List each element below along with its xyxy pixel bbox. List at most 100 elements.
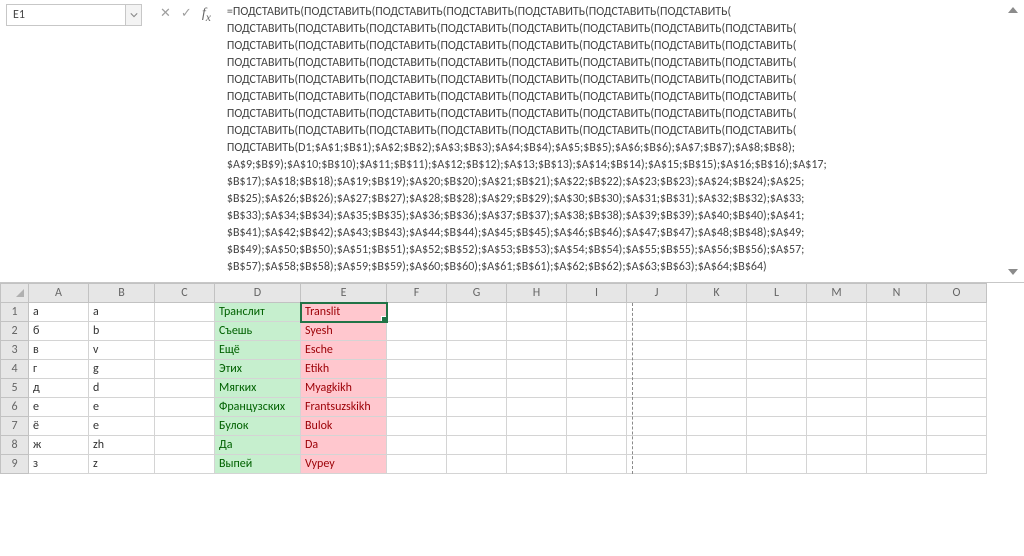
cell-F7[interactable] <box>387 417 447 436</box>
cell-D7[interactable]: Булок <box>215 417 301 436</box>
col-header-H[interactable]: H <box>507 284 567 303</box>
cell-M7[interactable] <box>807 417 867 436</box>
col-header-G[interactable]: G <box>447 284 507 303</box>
cell-O2[interactable] <box>927 322 987 341</box>
cell-F1[interactable] <box>387 303 447 322</box>
cell-D8[interactable]: Да <box>215 436 301 455</box>
col-header-C[interactable]: C <box>155 284 215 303</box>
cell-B6[interactable]: e <box>89 398 155 417</box>
cell-N6[interactable] <box>867 398 927 417</box>
cell-J7[interactable] <box>627 417 687 436</box>
cell-E1[interactable]: Translit <box>301 303 387 322</box>
cell-F2[interactable] <box>387 322 447 341</box>
formula-bar-expand-down[interactable] <box>1005 266 1021 278</box>
cell-H5[interactable] <box>507 379 567 398</box>
cell-H4[interactable] <box>507 360 567 379</box>
cell-L7[interactable] <box>747 417 807 436</box>
cell-B2[interactable]: b <box>89 322 155 341</box>
name-box-dropdown[interactable] <box>126 4 142 26</box>
cell-K4[interactable] <box>687 360 747 379</box>
cell-H2[interactable] <box>507 322 567 341</box>
cell-N5[interactable] <box>867 379 927 398</box>
cell-A8[interactable]: ж <box>29 436 89 455</box>
cell-A5[interactable]: д <box>29 379 89 398</box>
cell-M6[interactable] <box>807 398 867 417</box>
row-header-3[interactable]: 3 <box>1 341 29 360</box>
cell-I9[interactable] <box>567 455 627 474</box>
cancel-icon[interactable]: ✕ <box>160 6 171 21</box>
cell-C6[interactable] <box>155 398 215 417</box>
cell-A2[interactable]: б <box>29 322 89 341</box>
cell-A4[interactable]: г <box>29 360 89 379</box>
cell-J3[interactable] <box>627 341 687 360</box>
cell-F6[interactable] <box>387 398 447 417</box>
formula-bar-collapse-up[interactable] <box>1005 4 1021 16</box>
cell-M8[interactable] <box>807 436 867 455</box>
cell-I2[interactable] <box>567 322 627 341</box>
cell-J5[interactable] <box>627 379 687 398</box>
cell-K3[interactable] <box>687 341 747 360</box>
col-header-I[interactable]: I <box>567 284 627 303</box>
cell-C5[interactable] <box>155 379 215 398</box>
col-header-E[interactable]: E <box>301 284 387 303</box>
cell-J8[interactable] <box>627 436 687 455</box>
cell-M5[interactable] <box>807 379 867 398</box>
formula-input[interactable]: =ПОДСТАВИТЬ(ПОДСТАВИТЬ(ПОДСТАВИТЬ(ПОДСТА… <box>223 0 1002 282</box>
row-header-4[interactable]: 4 <box>1 360 29 379</box>
cell-O4[interactable] <box>927 360 987 379</box>
cell-J4[interactable] <box>627 360 687 379</box>
cell-K1[interactable] <box>687 303 747 322</box>
col-header-A[interactable]: A <box>29 284 89 303</box>
cell-A7[interactable]: ё <box>29 417 89 436</box>
col-header-B[interactable]: B <box>89 284 155 303</box>
cell-F8[interactable] <box>387 436 447 455</box>
cell-K2[interactable] <box>687 322 747 341</box>
cell-I7[interactable] <box>567 417 627 436</box>
cell-L6[interactable] <box>747 398 807 417</box>
cell-I1[interactable] <box>567 303 627 322</box>
cell-J6[interactable] <box>627 398 687 417</box>
cell-M9[interactable] <box>807 455 867 474</box>
col-header-J[interactable]: J <box>627 284 687 303</box>
row-header-1[interactable]: 1 <box>1 303 29 322</box>
cell-L5[interactable] <box>747 379 807 398</box>
cell-G7[interactable] <box>447 417 507 436</box>
name-box[interactable]: E1 <box>6 4 126 26</box>
cell-N7[interactable] <box>867 417 927 436</box>
cell-L2[interactable] <box>747 322 807 341</box>
cell-H1[interactable] <box>507 303 567 322</box>
cell-K9[interactable] <box>687 455 747 474</box>
cell-A6[interactable]: е <box>29 398 89 417</box>
cell-G4[interactable] <box>447 360 507 379</box>
row-header-8[interactable]: 8 <box>1 436 29 455</box>
cell-M4[interactable] <box>807 360 867 379</box>
cell-A1[interactable]: а <box>29 303 89 322</box>
col-header-D[interactable]: D <box>215 284 301 303</box>
cell-L3[interactable] <box>747 341 807 360</box>
col-header-N[interactable]: N <box>867 284 927 303</box>
col-header-M[interactable]: M <box>807 284 867 303</box>
col-header-K[interactable]: K <box>687 284 747 303</box>
cell-H6[interactable] <box>507 398 567 417</box>
cell-D1[interactable]: Транслит <box>215 303 301 322</box>
cell-I3[interactable] <box>567 341 627 360</box>
cell-L1[interactable] <box>747 303 807 322</box>
cell-C4[interactable] <box>155 360 215 379</box>
cell-J1[interactable] <box>627 303 687 322</box>
row-header-7[interactable]: 7 <box>1 417 29 436</box>
cell-B4[interactable]: g <box>89 360 155 379</box>
cell-O6[interactable] <box>927 398 987 417</box>
cell-B3[interactable]: v <box>89 341 155 360</box>
cell-O9[interactable] <box>927 455 987 474</box>
cell-N2[interactable] <box>867 322 927 341</box>
cell-K5[interactable] <box>687 379 747 398</box>
cell-K6[interactable] <box>687 398 747 417</box>
cell-L9[interactable] <box>747 455 807 474</box>
cell-C1[interactable] <box>155 303 215 322</box>
cell-K8[interactable] <box>687 436 747 455</box>
cell-O1[interactable] <box>927 303 987 322</box>
cell-A9[interactable]: з <box>29 455 89 474</box>
cell-G8[interactable] <box>447 436 507 455</box>
cell-C8[interactable] <box>155 436 215 455</box>
cell-I4[interactable] <box>567 360 627 379</box>
